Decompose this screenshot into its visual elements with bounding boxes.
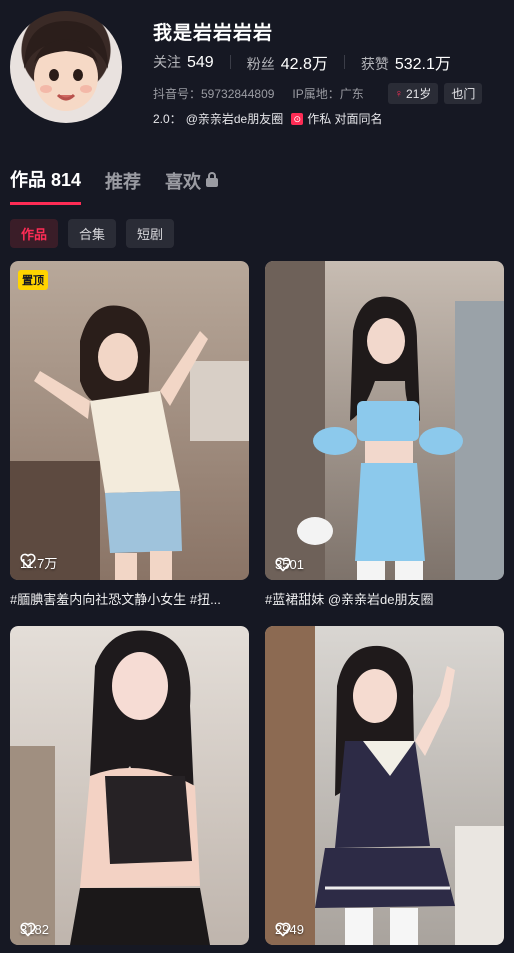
- stat-label: 关注: [153, 54, 181, 70]
- avatar[interactable]: [10, 11, 122, 123]
- bio-prefix: 2.0：: [153, 112, 182, 126]
- divider: [229, 55, 231, 69]
- divider: [343, 55, 345, 69]
- like-count: 3182: [20, 922, 49, 937]
- video-card[interactable]: 3501 #蓝裙甜妹 @亲亲岩de朋友圈: [265, 261, 504, 608]
- tab-label: 喜欢: [165, 171, 202, 192]
- sub-tabs: 作品 合集 短剧: [10, 219, 175, 248]
- stat-value: 532.1万: [394, 56, 451, 73]
- video-thumbnail[interactable]: 置顶 11.7万: [10, 261, 249, 580]
- stat-following[interactable]: 关注 549: [153, 52, 214, 72]
- lock-icon: [206, 172, 219, 187]
- heart-icon: [20, 553, 36, 568]
- video-caption[interactable]: #蓝裙甜妹 @亲亲岩de朋友圈: [265, 589, 504, 608]
- stat-label: 粉丝: [246, 56, 275, 72]
- profile-stats: 关注 549 粉丝 42.8万 获赞 532.1万: [153, 50, 451, 74]
- female-icon: ♀: [394, 87, 404, 100]
- heart-icon: [275, 557, 291, 572]
- location-tag: 也门: [444, 83, 483, 104]
- subtab-short-dramas[interactable]: 短剧: [126, 219, 175, 248]
- video-thumbnail[interactable]: 2949: [265, 626, 504, 945]
- douyin-id: 抖音号：59732844809: [153, 87, 275, 101]
- like-count: 11.7万: [20, 553, 57, 572]
- profile-name: 我是岩岩岩岩: [153, 23, 274, 44]
- tab-recommend[interactable]: 推荐: [105, 166, 141, 205]
- like-count: 3501: [275, 557, 304, 572]
- profile-header: 我是岩岩岩岩 关注 549 粉丝 42.8万 获赞 532.1万 抖音号：597…: [0, 0, 514, 140]
- tab-label: 作品 814: [10, 170, 82, 190]
- bio-badge-text: 作私 对面同名: [307, 112, 383, 126]
- stat-likes[interactable]: 获赞 532.1万: [361, 50, 451, 74]
- subtab-works[interactable]: 作品: [10, 219, 59, 248]
- video-card[interactable]: 3182: [10, 626, 249, 945]
- video-caption[interactable]: #腼腆害羞内向社恐文静小女生 #扭...: [10, 589, 249, 608]
- like-count: 2949: [275, 922, 304, 937]
- age-tag-label: 21岁: [406, 87, 432, 101]
- bio-mention[interactable]: @亲亲岩de朋友圈: [186, 110, 284, 127]
- tab-likes[interactable]: 喜欢: [165, 166, 219, 205]
- profile-meta: 抖音号：59732844809 IP属地：广东 ♀ 21岁 也门: [153, 83, 483, 104]
- stat-value: 549: [187, 54, 214, 71]
- tab-label: 推荐: [105, 171, 142, 192]
- stat-followers[interactable]: 粉丝 42.8万: [247, 50, 328, 74]
- heart-icon: [20, 922, 36, 937]
- video-thumbnail[interactable]: 3501: [265, 261, 504, 580]
- age-tag: ♀ 21岁: [387, 83, 439, 104]
- video-card[interactable]: 2949: [265, 626, 504, 945]
- ip-location: IP属地：广东: [292, 87, 364, 101]
- content-tabs: 作品 814 推荐 喜欢: [10, 166, 219, 205]
- video-card[interactable]: 置顶 11.7万 #腼腆害羞内向社恐文静小女生 #扭...: [10, 261, 249, 608]
- stat-value: 42.8万: [280, 56, 328, 73]
- profile-bio: 2.0： @亲亲岩de朋友圈 ⊙ 作私 对面同名: [153, 110, 383, 127]
- stat-label: 获赞: [360, 56, 389, 72]
- pinned-badge: 置顶: [18, 270, 48, 290]
- video-thumbnail[interactable]: 3182: [10, 626, 249, 945]
- heart-icon: [275, 922, 291, 937]
- subtab-collections[interactable]: 合集: [68, 219, 117, 248]
- badge-icon: ⊙: [291, 112, 304, 125]
- tab-works[interactable]: 作品 814: [10, 166, 82, 205]
- location-tag-label: 也门: [451, 87, 476, 101]
